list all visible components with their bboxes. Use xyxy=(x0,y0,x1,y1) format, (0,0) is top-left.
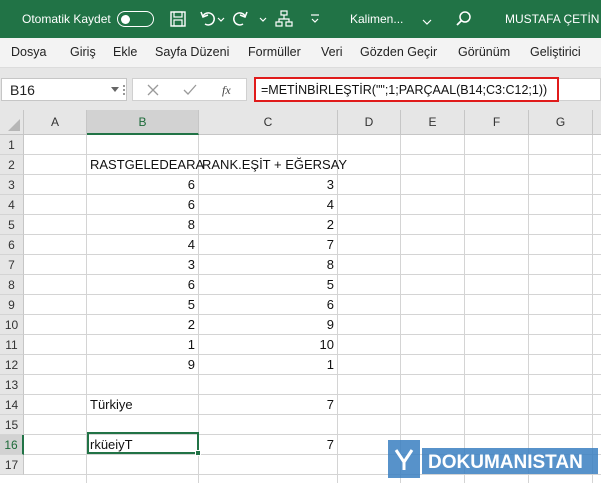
cell-b2[interactable]: RASTGELEDEARA xyxy=(87,155,204,175)
cell-c9[interactable]: 6 xyxy=(199,295,338,315)
tab-giris[interactable]: Giriş xyxy=(70,45,96,59)
row-header[interactable]: 6 xyxy=(0,235,24,255)
row-header[interactable]: 1 xyxy=(0,135,24,155)
customize-toolbar-icon[interactable] xyxy=(309,10,321,28)
row-header[interactable]: 7 xyxy=(0,255,24,275)
row-header[interactable]: 15 xyxy=(0,415,24,435)
cell-b4[interactable]: 6 xyxy=(87,195,199,215)
formula-input[interactable]: =METİNBİRLEŞTİR("";1;PARÇAAL(B14;C3:C12;… xyxy=(254,77,559,102)
row-header[interactable]: 9 xyxy=(0,295,24,315)
tab-formuller[interactable]: Formüller xyxy=(248,45,301,59)
tab-gorunum[interactable]: Görünüm xyxy=(458,45,510,59)
row-header[interactable]: 11 xyxy=(0,335,24,355)
cell-b9[interactable]: 5 xyxy=(87,295,199,315)
cell-c6[interactable]: 7 xyxy=(199,235,338,255)
cell-b14[interactable]: Türkiye xyxy=(87,395,199,415)
cell-c3[interactable]: 3 xyxy=(199,175,338,195)
formula-bar-extension[interactable] xyxy=(559,78,601,101)
cell-b12[interactable]: 9 xyxy=(87,355,199,375)
cell-c14[interactable]: 7 xyxy=(199,395,338,415)
cell-c11[interactable]: 10 xyxy=(199,335,338,355)
insert-function-icon[interactable]: fx xyxy=(221,83,237,97)
column-header-g[interactable]: G xyxy=(529,110,593,135)
name-box-value: B16 xyxy=(10,82,35,98)
cell-c7[interactable]: 8 xyxy=(199,255,338,275)
select-all-button[interactable] xyxy=(0,110,24,135)
autosave-label: Otomatik Kaydet xyxy=(22,12,111,26)
svg-text:fx: fx xyxy=(222,83,231,97)
tab-gelistirici[interactable]: Geliştirici xyxy=(530,45,581,59)
select-all-triangle-icon xyxy=(8,119,20,131)
row-header[interactable]: 4 xyxy=(0,195,24,215)
enter-check-icon[interactable] xyxy=(183,84,197,96)
tab-dosya[interactable]: Dosya xyxy=(11,45,46,59)
column-header-a[interactable]: A xyxy=(24,110,87,135)
row-header[interactable]: 16 xyxy=(0,435,24,455)
document-title[interactable]: Kalimen... xyxy=(350,12,403,26)
cell-b11[interactable]: 1 xyxy=(87,335,199,355)
search-icon[interactable] xyxy=(455,10,473,28)
row-header[interactable]: 3 xyxy=(0,175,24,195)
cell-b10[interactable]: 2 xyxy=(87,315,199,335)
cancel-icon[interactable] xyxy=(147,84,159,96)
cell-b3[interactable]: 6 xyxy=(87,175,199,195)
row-header[interactable]: 13 xyxy=(0,375,24,395)
chevron-down-icon[interactable] xyxy=(111,87,119,92)
formula-bar-row: B16 fx =METİNBİRLEŞTİR("";1;PARÇAAL(B14;… xyxy=(0,68,601,110)
column-header-b[interactable]: B xyxy=(87,110,199,135)
cell-c8[interactable]: 5 xyxy=(199,275,338,295)
active-cell-border xyxy=(87,432,201,456)
column-header-h[interactable] xyxy=(593,110,601,135)
row-header[interactable]: 5 xyxy=(0,215,24,235)
watermark-text: DOKUMANISTAN xyxy=(428,452,583,473)
ribbon-tabs: Dosya Giriş Ekle Sayfa Düzeni Formüller … xyxy=(0,38,601,68)
title-dropdown-icon[interactable] xyxy=(422,13,432,31)
row-header[interactable]: 10 xyxy=(0,315,24,335)
cell-c16[interactable]: 7 xyxy=(199,435,338,455)
row-header[interactable]: 2 xyxy=(0,155,24,175)
row-header[interactable]: 8 xyxy=(0,275,24,295)
column-header-c[interactable]: C xyxy=(199,110,338,135)
fill-handle[interactable] xyxy=(195,450,201,456)
more-dots-icon[interactable] xyxy=(121,84,127,96)
formula-buttons: fx xyxy=(123,78,247,101)
cell-c12[interactable]: 1 xyxy=(199,355,338,375)
hierarchy-icon[interactable] xyxy=(275,10,293,28)
row-header[interactable]: 14 xyxy=(0,395,24,415)
redo-icon[interactable] xyxy=(231,10,249,28)
redo-dropdown-icon[interactable] xyxy=(258,10,268,28)
watermark-logo: DOKUMANISTAN xyxy=(388,440,598,478)
name-box[interactable]: B16 xyxy=(1,78,127,101)
toggle-knob xyxy=(121,14,130,24)
tab-sayfa-duzeni[interactable]: Sayfa Düzeni xyxy=(155,45,229,59)
cell-b8[interactable]: 6 xyxy=(87,275,199,295)
row-header[interactable]: 12 xyxy=(0,355,24,375)
cell-b7[interactable]: 3 xyxy=(87,255,199,275)
title-bar: Otomatik Kaydet Kalimen... MUSTAFA ÇETİN xyxy=(0,0,601,38)
tab-ekle[interactable]: Ekle xyxy=(113,45,137,59)
undo-dropdown-icon[interactable] xyxy=(216,10,226,28)
column-header-d[interactable]: D xyxy=(338,110,401,135)
cell-b6[interactable]: 4 xyxy=(87,235,199,255)
cell-c2[interactable]: RANK.EŞİT + EĞERSAY xyxy=(199,155,347,175)
column-header-e[interactable]: E xyxy=(401,110,465,135)
user-name[interactable]: MUSTAFA ÇETİN xyxy=(505,12,599,26)
save-icon[interactable] xyxy=(169,10,187,28)
autosave-toggle[interactable] xyxy=(117,11,154,27)
cell-c10[interactable]: 9 xyxy=(199,315,338,335)
row-header[interactable]: 17 xyxy=(0,455,24,475)
worksheet-grid: A B C D E F G 1 2 3 4 5 6 7 8 9 10 11 12… xyxy=(0,110,601,483)
column-header-f[interactable]: F xyxy=(465,110,529,135)
cell-b5[interactable]: 8 xyxy=(87,215,199,235)
tab-veri[interactable]: Veri xyxy=(321,45,343,59)
undo-icon[interactable] xyxy=(199,10,217,28)
tab-gozden-gecir[interactable]: Gözden Geçir xyxy=(360,45,437,59)
cell-c5[interactable]: 2 xyxy=(199,215,338,235)
cell-c4[interactable]: 4 xyxy=(199,195,338,215)
